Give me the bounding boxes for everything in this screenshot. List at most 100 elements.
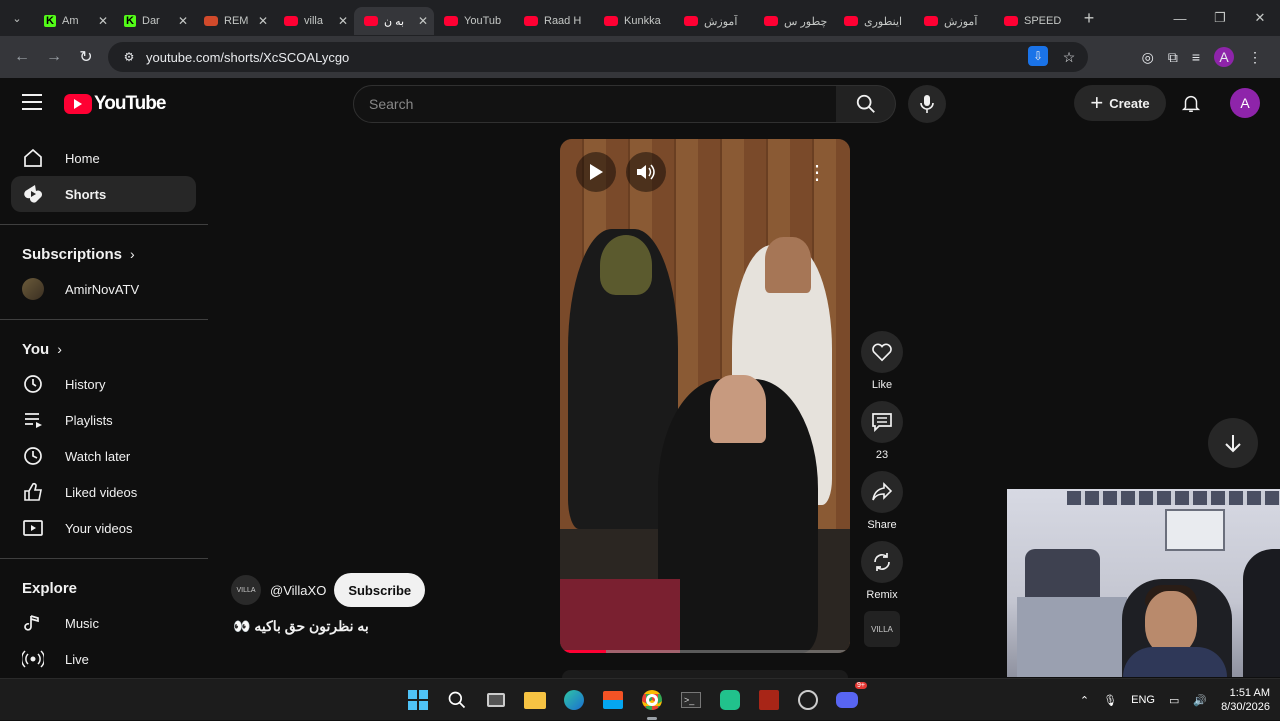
clock[interactable]: 1:51 AM 8/30/2026 bbox=[1221, 686, 1270, 714]
youtube-favicon-icon bbox=[604, 16, 618, 26]
browser-tab[interactable]: K Am ✕ bbox=[34, 7, 114, 35]
reload-button[interactable]: ↻ bbox=[70, 47, 102, 67]
next-short-preview[interactable] bbox=[562, 670, 848, 678]
browser-tab[interactable]: به ن ✕ bbox=[354, 7, 434, 35]
store-icon[interactable] bbox=[599, 686, 627, 714]
voice-search-button[interactable] bbox=[908, 85, 946, 123]
sound-thumbnail[interactable]: VILLA bbox=[860, 611, 904, 647]
subscriptions-heading[interactable]: Subscriptions › bbox=[0, 237, 208, 271]
tab-title: به ن bbox=[384, 15, 405, 28]
sidebar-item-home[interactable]: Home bbox=[11, 140, 196, 176]
youtube-logo[interactable]: YouTube bbox=[64, 93, 166, 115]
search-button[interactable] bbox=[836, 85, 896, 123]
speaker-icon[interactable]: 🔊 bbox=[1193, 694, 1207, 707]
media-player-icon[interactable] bbox=[794, 686, 822, 714]
browser-menu-icon[interactable]: ⋮ bbox=[1248, 49, 1262, 66]
file-explorer-icon[interactable] bbox=[521, 686, 549, 714]
browser-tab[interactable]: اینطوری bbox=[834, 7, 914, 35]
browser-tab[interactable]: آموزش bbox=[674, 7, 754, 35]
volume-button[interactable] bbox=[626, 152, 666, 192]
close-tab-icon[interactable]: ✕ bbox=[418, 14, 428, 28]
watch-later-icon bbox=[22, 445, 44, 467]
notifications-button[interactable] bbox=[1180, 92, 1202, 119]
play-button[interactable] bbox=[576, 152, 616, 192]
microphone-icon[interactable]: 🎙 bbox=[1103, 694, 1117, 707]
channel-info: VILLA @VillaXO Subscribe bbox=[231, 573, 426, 607]
video-progress-bar[interactable] bbox=[560, 650, 850, 653]
new-tab-button[interactable]: + bbox=[1074, 8, 1104, 29]
browser-tab[interactable]: Raad H bbox=[514, 7, 594, 35]
browser-tab[interactable]: villa ✕ bbox=[274, 7, 354, 35]
bookmark-star-icon[interactable]: ☆ bbox=[1058, 46, 1080, 68]
close-tab-icon[interactable]: ✕ bbox=[98, 14, 108, 28]
channel-name[interactable]: @VillaXO bbox=[270, 583, 326, 598]
media-control-icon[interactable]: ≡ bbox=[1192, 49, 1200, 65]
install-app-icon[interactable]: ⇩ bbox=[1028, 46, 1048, 66]
forward-button[interactable]: → bbox=[38, 48, 70, 66]
next-short-button[interactable] bbox=[1208, 418, 1258, 468]
browser-tab[interactable]: YouTub bbox=[434, 7, 514, 35]
sidebar-item-your-videos[interactable]: Your videos bbox=[11, 510, 196, 546]
start-icon[interactable] bbox=[404, 686, 432, 714]
youtube-favicon-icon bbox=[1004, 16, 1018, 26]
extension-icon[interactable]: ◎ bbox=[1142, 49, 1154, 66]
short-caption[interactable]: به نظرتون حق باکیه 👀 bbox=[233, 618, 369, 635]
sidebar-item-shorts[interactable]: Shorts bbox=[11, 176, 196, 212]
browser-tab[interactable]: REM ✕ bbox=[194, 7, 274, 35]
task-view-icon[interactable] bbox=[482, 686, 510, 714]
site-info-icon[interactable]: ⚙ bbox=[120, 48, 138, 66]
browser-tab[interactable]: SPEED bbox=[994, 7, 1074, 35]
close-window-button[interactable]: ✕ bbox=[1240, 0, 1280, 36]
like-action[interactable]: Like bbox=[860, 331, 904, 391]
subscribe-button[interactable]: Subscribe bbox=[334, 573, 426, 607]
browser-tab[interactable]: K Dar ✕ bbox=[114, 7, 194, 35]
browser-tab[interactable]: چطور س bbox=[754, 7, 834, 35]
home-icon bbox=[22, 147, 44, 169]
you-heading[interactable]: You › bbox=[0, 332, 208, 366]
edge-icon[interactable] bbox=[560, 686, 588, 714]
chrome-icon[interactable] bbox=[638, 686, 666, 720]
close-tab-icon[interactable]: ✕ bbox=[338, 14, 348, 28]
remix-action[interactable]: Remix bbox=[860, 541, 904, 601]
discord-icon[interactable]: 9+ bbox=[833, 682, 867, 714]
browser-tab[interactable]: آموزش bbox=[914, 7, 994, 35]
search-input[interactable]: Search bbox=[353, 85, 837, 123]
recorder-icon[interactable] bbox=[716, 686, 744, 714]
more-options-button[interactable]: ⋮ bbox=[797, 152, 837, 192]
music-icon bbox=[22, 612, 44, 634]
comments-action[interactable]: 23 bbox=[860, 401, 904, 461]
sidebar-item-amirnovatv[interactable]: AmirNovATV bbox=[11, 271, 196, 307]
create-button[interactable]: + Create bbox=[1074, 85, 1166, 121]
sidebar-item-music[interactable]: Music bbox=[11, 605, 196, 641]
close-tab-icon[interactable]: ✕ bbox=[178, 14, 188, 28]
sidebar-item-liked-videos[interactable]: Liked videos bbox=[11, 474, 196, 510]
terminal-icon[interactable]: >_ bbox=[677, 686, 705, 714]
browser-tab[interactable]: Kunkka bbox=[594, 7, 674, 35]
dota-icon[interactable] bbox=[755, 686, 783, 714]
share-action[interactable]: Share bbox=[860, 471, 904, 531]
sidebar-item-live[interactable]: Live bbox=[11, 641, 196, 677]
kick-favicon-icon: K bbox=[124, 15, 136, 27]
language-indicator[interactable]: ENG bbox=[1131, 694, 1155, 706]
share-icon bbox=[872, 482, 893, 501]
sidebar-item-watch-later[interactable]: Watch later bbox=[11, 438, 196, 474]
back-button[interactable]: ← bbox=[6, 48, 38, 66]
address-bar[interactable]: ⚙ youtube.com/shorts/XcSCOALycgo ⇩ ☆ bbox=[108, 42, 1088, 72]
extensions-puzzle-icon[interactable]: ⧉ bbox=[1168, 49, 1178, 66]
account-avatar[interactable]: A bbox=[1230, 88, 1260, 118]
url-text: youtube.com/shorts/XcSCOALycgo bbox=[146, 49, 350, 65]
sidebar-item-playlists[interactable]: Playlists bbox=[11, 402, 196, 438]
kick-favicon-icon: K bbox=[44, 15, 56, 27]
short-video-player[interactable]: ⋮ bbox=[560, 139, 850, 653]
browser-profile-avatar[interactable]: A bbox=[1214, 47, 1234, 67]
search-icon[interactable] bbox=[443, 686, 471, 714]
sidebar-item-history[interactable]: History bbox=[11, 366, 196, 402]
minimize-button[interactable]: — bbox=[1160, 0, 1200, 36]
channel-avatar[interactable]: VILLA bbox=[231, 575, 261, 605]
guide-menu-icon[interactable] bbox=[22, 94, 42, 110]
network-icon[interactable]: ▭ bbox=[1169, 694, 1179, 707]
tab-search-button[interactable]: ⌄ bbox=[0, 0, 34, 36]
restore-button[interactable]: ❐ bbox=[1200, 0, 1240, 36]
close-tab-icon[interactable]: ✕ bbox=[258, 14, 268, 28]
chevron-up-icon[interactable]: ⌃ bbox=[1080, 694, 1089, 707]
